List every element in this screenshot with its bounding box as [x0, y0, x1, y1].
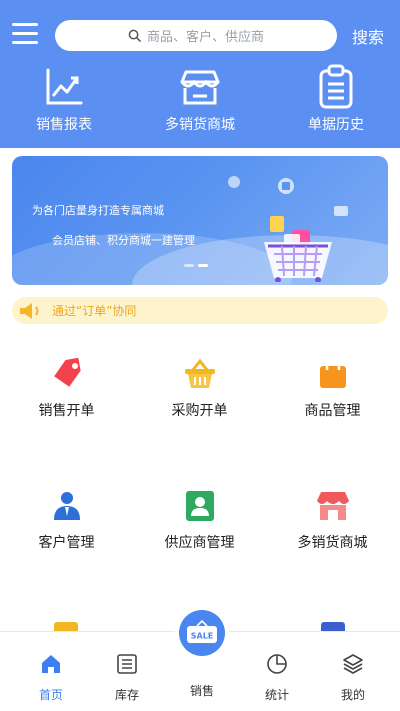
grid-item-customer-management[interactable]: 客户管理: [0, 488, 133, 552]
grid-item-label: 商品管理: [304, 403, 361, 419]
search-button[interactable]: 搜索: [352, 24, 384, 48]
grid-item-purchase-order[interactable]: 采购开单: [133, 356, 266, 420]
banner-dot-active[interactable]: [198, 264, 208, 267]
grid-item-partial-3[interactable]: [321, 622, 345, 631]
grid-item-sales-order[interactable]: 销售开单: [0, 356, 133, 420]
header-bar: 商品、客户、供应商 搜索 销售报表 多销货商城 单据历史: [0, 0, 400, 148]
quick-action-sales-report[interactable]: 销售报表: [9, 64, 119, 134]
home-icon: [42, 655, 60, 673]
hamburger-menu-icon[interactable]: [12, 23, 38, 47]
grid-item-supplier-management[interactable]: 供应商管理: [133, 488, 266, 552]
basket-icon: [184, 358, 215, 388]
speaker-icon: [20, 302, 39, 319]
tab-inventory[interactable]: 库存: [97, 652, 157, 703]
grid-item-label: 供应商管理: [164, 535, 235, 551]
grid-item-label: 采购开单: [171, 403, 228, 419]
sale-badge-text: SALE: [191, 632, 214, 641]
person-icon: [53, 492, 80, 520]
store-icon: [180, 70, 220, 105]
layers-icon: [343, 654, 363, 674]
contact-card-icon: [185, 491, 214, 521]
banner-line-2: 会员店铺、积分商城一建管理: [52, 234, 195, 247]
tab-label: 首页: [38, 688, 63, 702]
grid-item-label: 多销货商城: [297, 535, 368, 551]
bag-icon: [319, 359, 346, 388]
shop-icon: [316, 492, 349, 520]
sale-icon[interactable]: SALE: [179, 610, 225, 656]
tab-statistics[interactable]: 统计: [247, 652, 307, 703]
grid-item-partial-1[interactable]: [54, 622, 78, 631]
chart-icon: [46, 68, 83, 105]
tab-label: 我的: [340, 688, 365, 702]
promo-banner[interactable]: 为各门店量身打造专属商城 会员店铺、积分商城一建管理: [12, 156, 388, 285]
grid-item-label: 客户管理: [38, 535, 95, 551]
notice-text: 通过“订单”协同: [52, 304, 137, 318]
tab-profile[interactable]: 我的: [323, 652, 383, 703]
quick-action-mall[interactable]: 多销货商城: [145, 64, 255, 134]
quick-action-label: 销售报表: [36, 117, 92, 133]
quick-action-label: 多销货商城: [165, 117, 235, 133]
quick-action-history[interactable]: 单据历史: [281, 64, 391, 134]
clipboard-icon: [319, 64, 353, 109]
tab-home[interactable]: 首页: [21, 652, 81, 703]
list-icon: [117, 654, 137, 674]
tab-label: 销售: [189, 684, 214, 698]
banner-pagination: [184, 264, 208, 267]
shopping-basket-illustration: [228, 176, 348, 282]
tab-label: 库存: [114, 688, 139, 702]
search-input[interactable]: 商品、客户、供应商: [55, 20, 337, 51]
tab-label: 统计: [264, 688, 289, 702]
quick-action-label: 单据历史: [308, 117, 364, 133]
notice-bar[interactable]: 通过“订单”协同: [12, 297, 388, 324]
banner-dot[interactable]: [184, 264, 194, 267]
grid-item-multi-mall[interactable]: 多销货商城: [266, 488, 399, 552]
tab-sales[interactable]: SALE: [175, 606, 229, 660]
search-icon: [128, 29, 141, 42]
grid-item-label: 销售开单: [38, 403, 95, 419]
tag-icon: [53, 358, 81, 387]
search-placeholder: 商品、客户、供应商: [146, 30, 264, 45]
pie-chart-icon: [267, 654, 287, 674]
banner-line-1: 为各门店量身打造专属商城: [32, 204, 164, 217]
grid-item-product-management[interactable]: 商品管理: [266, 356, 399, 420]
